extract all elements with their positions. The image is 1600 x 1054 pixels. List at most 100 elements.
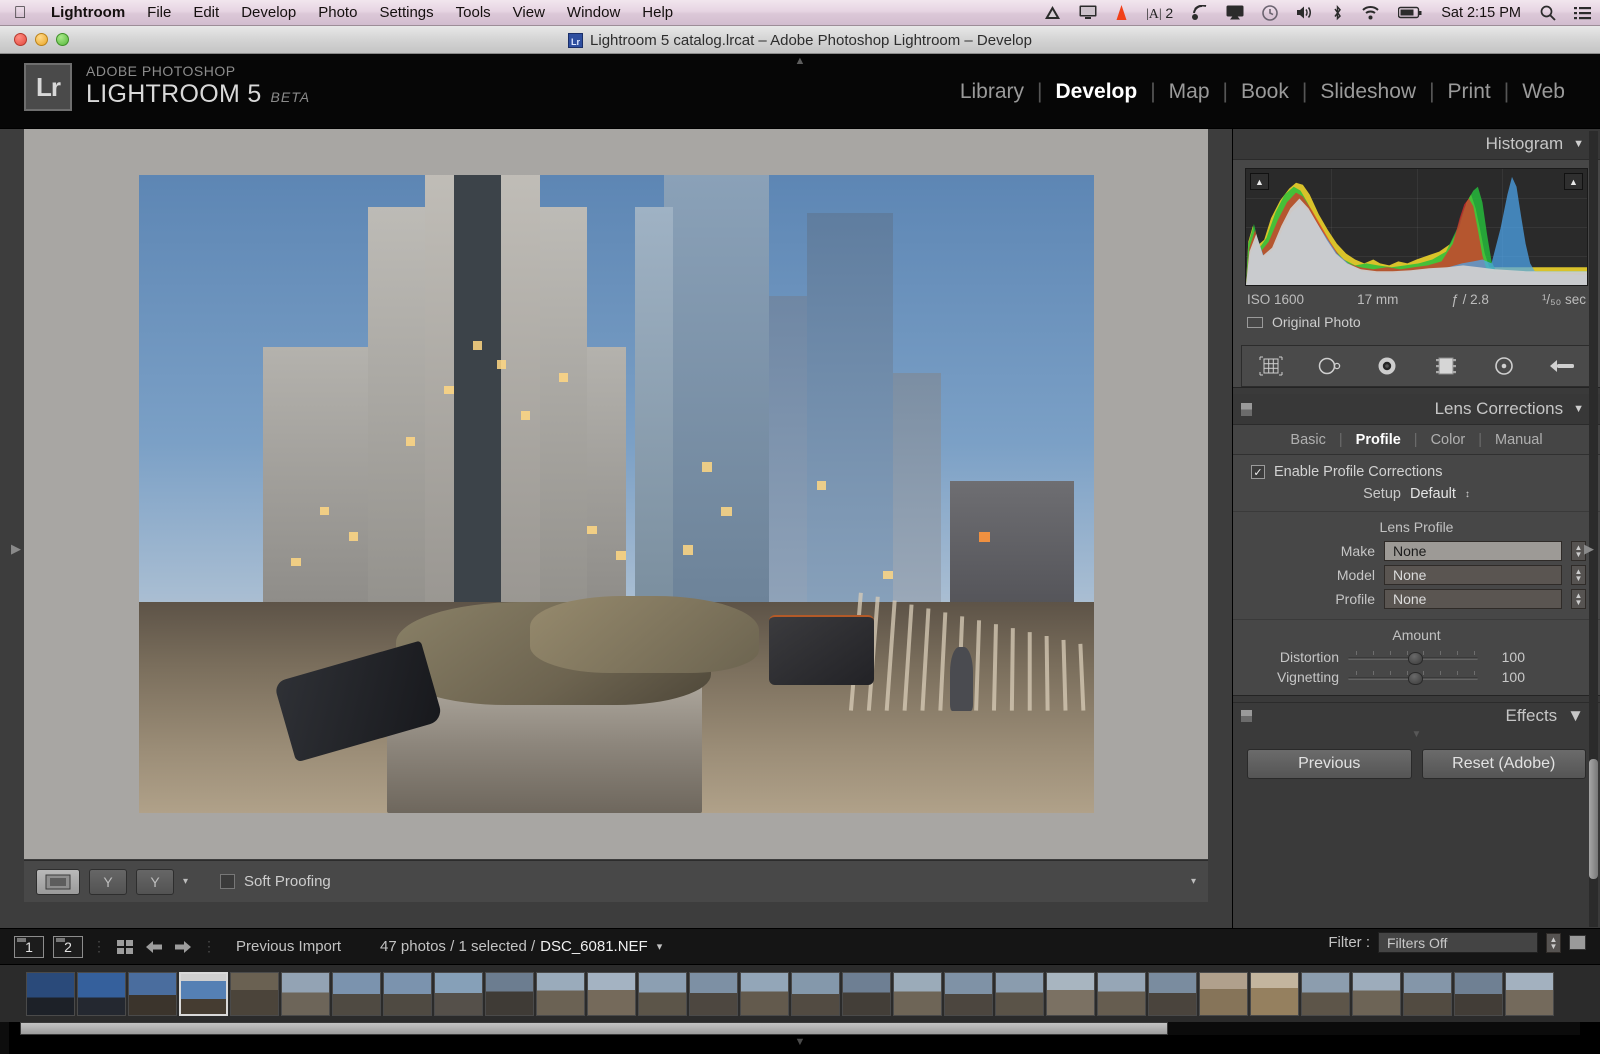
list-item[interactable] bbox=[434, 971, 483, 1016]
menu-help[interactable]: Help bbox=[631, 4, 684, 21]
lens-corrections-panel-header[interactable]: Lens Corrections ▼ bbox=[1233, 394, 1600, 424]
list-item[interactable] bbox=[944, 971, 993, 1016]
notification-list-icon[interactable] bbox=[1565, 0, 1600, 26]
red-eye-correction-icon[interactable] bbox=[1370, 353, 1404, 379]
reset-button[interactable]: Reset (Adobe) bbox=[1421, 749, 1586, 779]
list-item[interactable] bbox=[995, 971, 1044, 1016]
module-develop[interactable]: Develop bbox=[1042, 80, 1150, 104]
chevron-down-icon[interactable]: ▼ bbox=[1573, 403, 1584, 415]
identity-plate[interactable]: Lr ADOBE PHOTOSHOP LIGHTROOM 5 BETA bbox=[24, 63, 310, 111]
back-arrow-icon[interactable] bbox=[144, 939, 164, 955]
module-web[interactable]: Web bbox=[1509, 80, 1578, 104]
survey-view-icon[interactable]: Y bbox=[136, 868, 174, 895]
filter-select[interactable]: Filters Off bbox=[1378, 932, 1538, 953]
shadow-clipping-indicator[interactable]: ▲ bbox=[1250, 173, 1269, 190]
rss-icon[interactable] bbox=[1182, 0, 1217, 26]
spot-removal-icon[interactable] bbox=[1312, 353, 1346, 379]
tab-profile[interactable]: Profile bbox=[1343, 432, 1414, 448]
left-panel-expand-arrow[interactable]: ▶ bbox=[11, 541, 21, 557]
previous-button[interactable]: Previous bbox=[1247, 749, 1412, 779]
list-item[interactable] bbox=[1403, 971, 1452, 1016]
compare-view-icon[interactable]: Y bbox=[89, 868, 127, 895]
list-item[interactable] bbox=[383, 971, 432, 1016]
toolbar-panel-caret[interactable]: ▾ bbox=[1191, 876, 1196, 887]
list-item[interactable] bbox=[485, 971, 534, 1016]
effects-panel-header[interactable]: Effects ▼ bbox=[1233, 702, 1600, 728]
list-item[interactable] bbox=[1301, 971, 1350, 1016]
list-item[interactable] bbox=[1352, 971, 1401, 1016]
lens-make-select[interactable]: None bbox=[1384, 541, 1562, 561]
drive-icon[interactable] bbox=[1035, 0, 1070, 26]
list-item[interactable] bbox=[230, 971, 279, 1016]
enable-profile-corrections-checkbox[interactable]: ✓ bbox=[1251, 465, 1265, 479]
list-item[interactable] bbox=[842, 971, 891, 1016]
effects-switch[interactable] bbox=[1241, 710, 1252, 722]
bluetooth-icon[interactable] bbox=[1323, 0, 1352, 26]
tab-color[interactable]: Color bbox=[1418, 432, 1479, 448]
display-2-button[interactable]: 2 bbox=[53, 935, 83, 958]
list-item[interactable] bbox=[587, 971, 636, 1016]
enable-profile-corrections-row[interactable]: ✓ Enable Profile Corrections bbox=[1233, 455, 1600, 482]
cone-icon[interactable] bbox=[1106, 0, 1137, 26]
filmstrip[interactable] bbox=[0, 964, 1600, 1022]
lens-corrections-switch[interactable] bbox=[1241, 403, 1252, 416]
grid-view-icon[interactable] bbox=[116, 938, 135, 955]
graduated-filter-icon[interactable] bbox=[1429, 353, 1463, 379]
vignetting-slider[interactable] bbox=[1348, 670, 1478, 685]
module-book[interactable]: Book bbox=[1228, 80, 1302, 104]
menu-develop[interactable]: Develop bbox=[230, 4, 307, 21]
list-item[interactable] bbox=[77, 971, 126, 1016]
list-item[interactable] bbox=[1250, 971, 1299, 1016]
battery-icon[interactable] bbox=[1389, 0, 1431, 26]
module-slideshow[interactable]: Slideshow bbox=[1307, 80, 1429, 104]
lens-model-select[interactable]: None bbox=[1384, 565, 1562, 585]
list-item[interactable] bbox=[1046, 971, 1095, 1016]
module-library[interactable]: Library bbox=[947, 80, 1037, 104]
histogram-graph[interactable]: ▲ ▲ bbox=[1245, 168, 1588, 286]
chevron-down-icon[interactable]: ▼ bbox=[1573, 138, 1584, 150]
view-mode-caret[interactable]: ▾ bbox=[183, 876, 188, 887]
list-item[interactable] bbox=[791, 971, 840, 1016]
photo-image[interactable] bbox=[138, 175, 1094, 813]
apple-icon[interactable]:  bbox=[0, 3, 40, 23]
panel-end-caret[interactable]: ▼ bbox=[1233, 729, 1600, 740]
list-item[interactable] bbox=[893, 971, 942, 1016]
filter-flag-button[interactable] bbox=[1569, 935, 1586, 950]
tab-basic[interactable]: Basic bbox=[1277, 432, 1338, 448]
menu-app-name[interactable]: Lightroom bbox=[40, 4, 136, 21]
distortion-slider-knob[interactable] bbox=[1407, 652, 1423, 665]
image-canvas[interactable] bbox=[24, 129, 1208, 859]
original-photo-row[interactable]: Original Photo bbox=[1233, 307, 1600, 339]
adjustment-brush-icon[interactable] bbox=[1545, 353, 1579, 379]
forward-arrow-icon[interactable] bbox=[173, 939, 193, 955]
setup-value[interactable]: Default bbox=[1410, 486, 1456, 502]
bottom-panel-toggle[interactable]: ▼ bbox=[795, 1036, 806, 1048]
list-item[interactable] bbox=[536, 971, 585, 1016]
right-panel-expand-arrow[interactable]: ▶ bbox=[1584, 541, 1594, 557]
chevron-down-icon[interactable]: ▼ bbox=[1567, 706, 1584, 726]
tab-manual[interactable]: Manual bbox=[1482, 432, 1556, 448]
filter-stepper[interactable]: ▲ ▼ bbox=[1546, 932, 1561, 953]
distortion-slider[interactable] bbox=[1348, 650, 1478, 665]
list-item[interactable] bbox=[332, 971, 381, 1016]
airplay-icon[interactable] bbox=[1217, 0, 1253, 26]
lens-model-stepper[interactable]: ▲ ▼ bbox=[1571, 565, 1586, 585]
list-item[interactable] bbox=[281, 971, 330, 1016]
menubar-clock[interactable]: Sat 2:15 PM bbox=[1431, 5, 1531, 21]
vignetting-slider-knob[interactable] bbox=[1407, 672, 1423, 685]
filmstrip-filename-caret[interactable]: ▾ bbox=[657, 940, 663, 953]
vignetting-value[interactable]: 100 bbox=[1487, 669, 1525, 685]
filmstrip-source[interactable]: Previous Import bbox=[236, 938, 341, 955]
list-item[interactable] bbox=[1505, 971, 1554, 1016]
menu-tools[interactable]: Tools bbox=[445, 4, 502, 21]
menu-file[interactable]: File bbox=[136, 4, 182, 21]
list-item-selected[interactable] bbox=[179, 971, 228, 1016]
soft-proofing-checkbox[interactable] bbox=[220, 874, 236, 889]
list-item[interactable] bbox=[1148, 971, 1197, 1016]
module-map[interactable]: Map bbox=[1156, 80, 1223, 104]
display-icon[interactable] bbox=[1070, 0, 1106, 26]
list-item[interactable] bbox=[1199, 971, 1248, 1016]
menu-edit[interactable]: Edit bbox=[182, 4, 230, 21]
wifi-icon[interactable] bbox=[1352, 0, 1389, 26]
menu-window[interactable]: Window bbox=[556, 4, 631, 21]
